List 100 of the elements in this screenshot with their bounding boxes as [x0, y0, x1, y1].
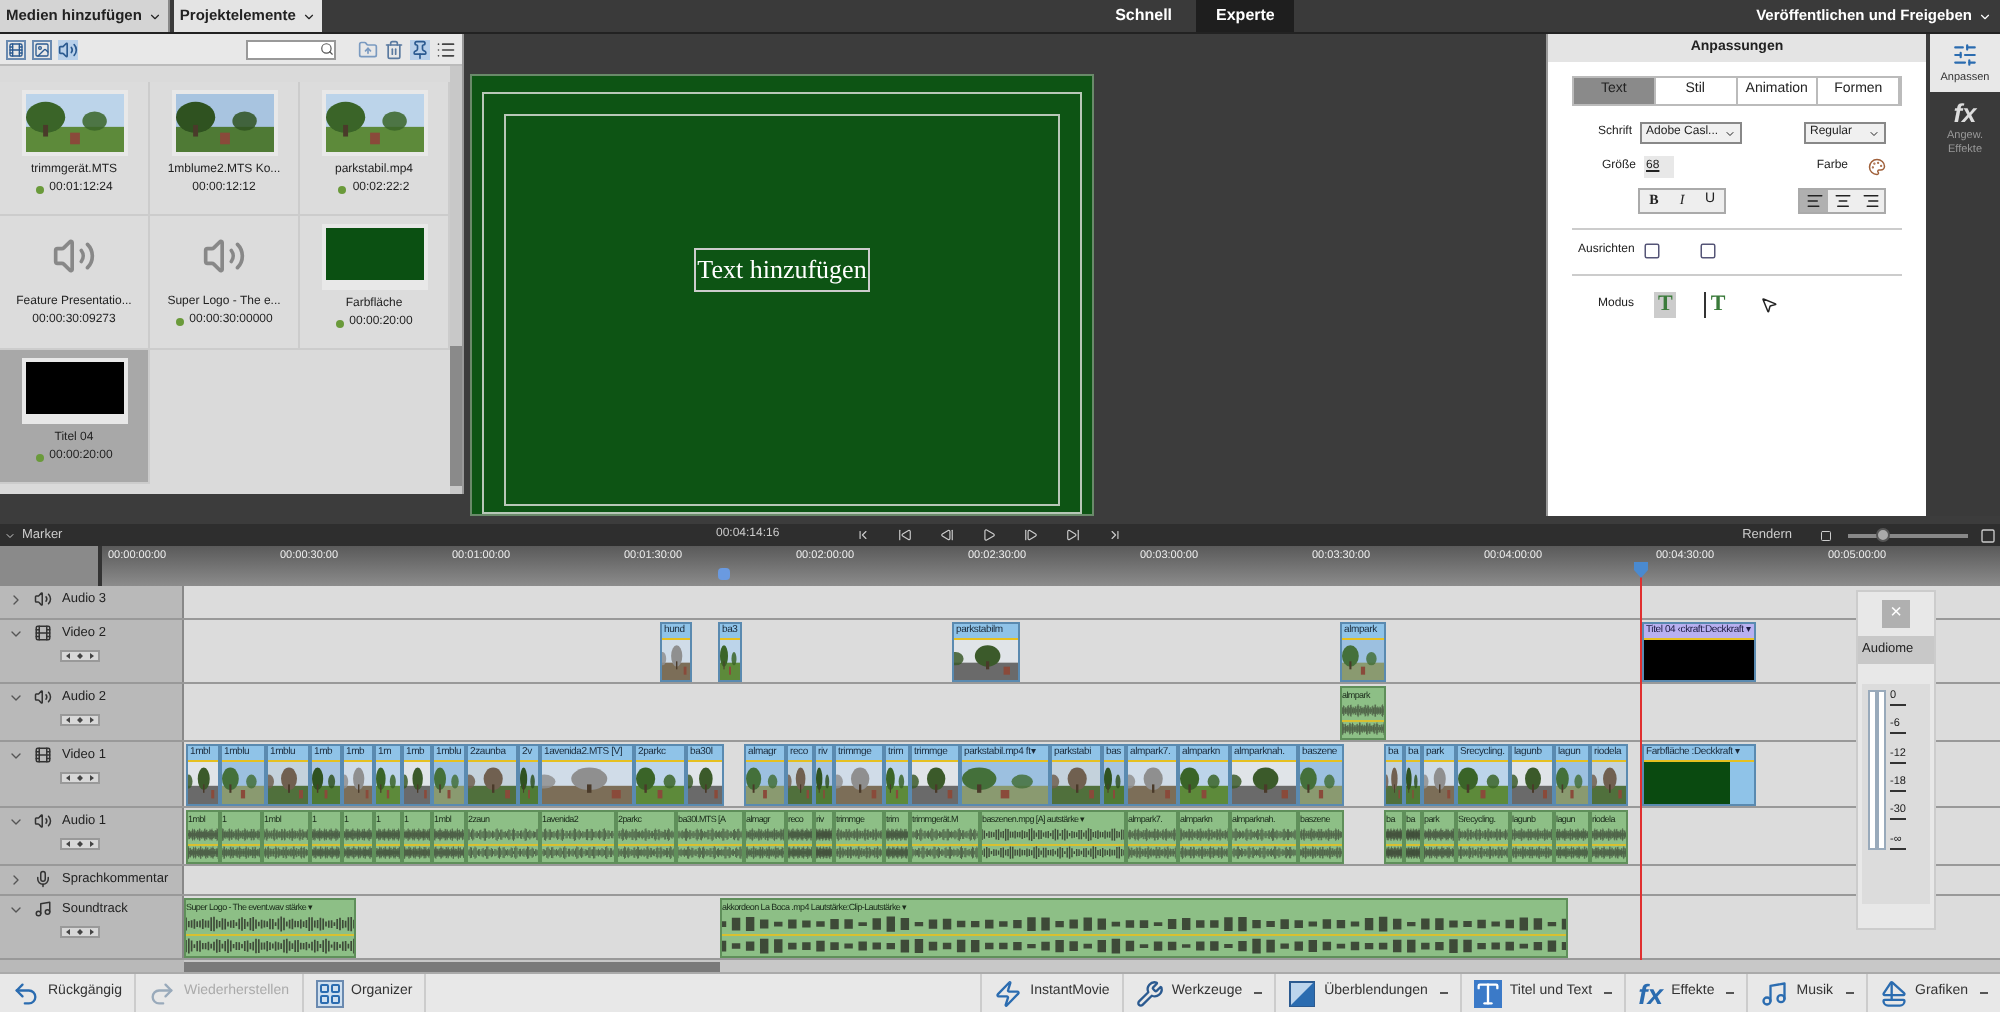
speaker-icon	[34, 688, 52, 707]
waveform	[1556, 826, 1588, 844]
vertical-text-tool[interactable]: T	[1704, 292, 1730, 318]
caret-icon	[4, 529, 16, 541]
waveform	[1458, 826, 1508, 844]
title-text[interactable]: Text hinzufügen	[693, 248, 871, 292]
waveform	[344, 844, 372, 862]
waveform	[468, 826, 538, 844]
go-to-end-icon[interactable]	[1108, 528, 1122, 542]
waveform	[788, 844, 812, 862]
align-button[interactable]	[1856, 190, 1884, 212]
film-icon	[34, 624, 52, 643]
waveform	[618, 826, 674, 844]
pin-icon[interactable]	[410, 39, 430, 59]
list-menu-icon[interactable]	[436, 39, 456, 59]
waveform	[788, 826, 812, 844]
undo-icon	[12, 979, 40, 1007]
zoom-slider-thumb[interactable]	[1875, 527, 1890, 541]
waveform	[1342, 702, 1384, 720]
audio-filter-icon[interactable]	[58, 39, 78, 59]
waveform	[1556, 844, 1588, 862]
waveform	[404, 826, 430, 844]
waveform	[312, 826, 340, 844]
caret-icon	[1724, 127, 1737, 139]
title-thumbnail	[21, 358, 127, 424]
waveform	[264, 826, 308, 844]
waveform	[912, 826, 978, 844]
waveform	[886, 826, 908, 844]
speaker-icon	[202, 234, 246, 278]
speaker-icon	[52, 234, 96, 278]
waveform	[886, 844, 908, 862]
keyframe-controls-icon[interactable]	[60, 713, 100, 726]
text-icon	[1473, 979, 1502, 1007]
keyframe-controls-icon[interactable]	[60, 837, 100, 850]
video-filter-icon[interactable]	[6, 39, 26, 59]
waveform	[1424, 826, 1454, 844]
waveform	[1128, 826, 1176, 844]
speaker-icon	[34, 812, 52, 831]
skip-forward-icon[interactable]	[1066, 528, 1080, 542]
waveform	[1128, 844, 1176, 862]
waveform	[376, 844, 400, 862]
waveform	[618, 844, 674, 862]
waveform	[1232, 826, 1296, 844]
caret-icon	[1978, 9, 1992, 23]
caret-icon	[301, 9, 316, 23]
mode-tab[interactable]: Experte	[1196, 0, 1295, 32]
waveform	[1342, 720, 1384, 738]
image-filter-icon[interactable]	[32, 39, 52, 59]
wrench-icon	[1135, 979, 1164, 1007]
waveform	[982, 826, 1124, 844]
redo-icon	[147, 979, 176, 1007]
waveform	[404, 844, 430, 862]
marker-icon[interactable]	[718, 568, 730, 580]
waveform	[542, 844, 614, 862]
waveform	[312, 844, 340, 862]
caret-icon	[147, 9, 162, 23]
waveform	[1424, 844, 1454, 862]
waveform	[1300, 844, 1342, 862]
palette-icon[interactable]	[1868, 158, 1886, 176]
waveform	[344, 826, 372, 844]
trash-icon[interactable]	[384, 39, 404, 59]
film-icon	[34, 746, 52, 765]
pointer-icon[interactable]	[1759, 296, 1778, 314]
waveform	[1592, 826, 1626, 844]
waveform	[188, 844, 218, 862]
step-forward-icon[interactable]	[1024, 528, 1038, 542]
play-icon[interactable]	[982, 528, 996, 542]
waveform	[746, 844, 784, 862]
waveform	[222, 844, 260, 862]
search-field[interactable]	[246, 39, 336, 59]
waveform	[1300, 826, 1342, 844]
keyframe-controls-icon[interactable]	[60, 925, 100, 938]
go-to-start-icon[interactable]	[856, 528, 870, 542]
keyframe-controls-icon[interactable]	[60, 771, 100, 784]
waveform	[376, 826, 400, 844]
skip-back-icon[interactable]	[898, 528, 912, 542]
align-button[interactable]	[1828, 190, 1856, 212]
music-note-icon	[1760, 979, 1789, 1007]
scrollbar[interactable]	[450, 66, 462, 494]
transition-icon	[1288, 979, 1317, 1007]
keyframe-controls-icon[interactable]	[60, 649, 100, 662]
fx-icon: fx	[1638, 979, 1664, 1007]
sliders-icon	[1952, 42, 1978, 68]
waveform	[1180, 826, 1228, 844]
playhead-handle-icon[interactable]	[1632, 562, 1650, 578]
align-button[interactable]	[1800, 190, 1828, 212]
speaker-icon	[34, 590, 52, 609]
waveform	[912, 844, 978, 862]
waveform	[222, 826, 260, 844]
waveform	[1232, 844, 1296, 862]
search-icon	[320, 42, 334, 56]
step-back-icon[interactable]	[940, 528, 954, 542]
waveform	[1512, 826, 1552, 844]
waveform	[678, 844, 742, 862]
waveform	[434, 844, 464, 862]
waveform	[1592, 844, 1626, 862]
mode-tab[interactable]: Schnell	[1095, 0, 1193, 32]
waveform	[542, 826, 614, 844]
waveform	[678, 826, 742, 844]
waveform	[1458, 844, 1508, 862]
